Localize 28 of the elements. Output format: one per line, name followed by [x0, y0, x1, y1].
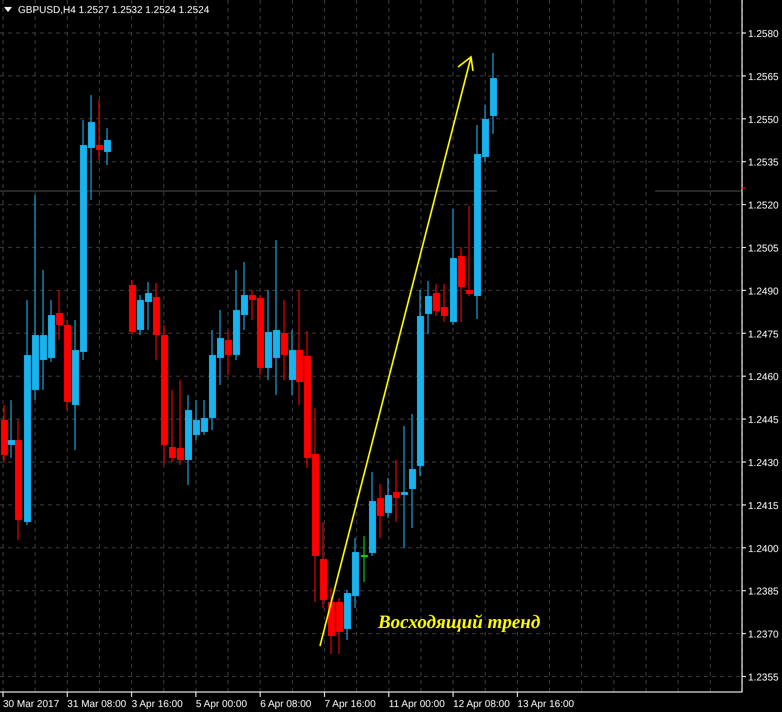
time-label: 13 Apr 16:00 — [517, 699, 574, 710]
chart-title: GBPUSD,H4 1.2527 1.2532 1.2524 1.2524 — [18, 5, 210, 16]
time-label: 11 Apr 00:00 — [388, 699, 445, 710]
price-label: 1.2460 — [748, 372, 779, 384]
price-label: 1.2445 — [748, 415, 779, 426]
time-label: 12 Apr 08:00 — [453, 699, 510, 710]
time-label: 5 Apr 00:00 — [196, 699, 248, 710]
time-label: 30 Mar 2017 — [3, 699, 60, 710]
price-label: 1.2400 — [748, 544, 779, 555]
price-label: 1.2505 — [748, 244, 779, 254]
price-label: 1.2475 — [748, 329, 779, 340]
price-label: 1.2550 — [748, 114, 779, 126]
time-label: 31 Mar 08:00 — [67, 699, 126, 710]
dropdown-icon[interactable] — [4, 7, 12, 12]
time-label: 3 Apr 16:00 — [132, 699, 183, 710]
price-label: 1.2370 — [748, 630, 779, 641]
price-label: 1.2430 — [748, 458, 779, 469]
price-label: 1.2415 — [748, 500, 779, 512]
price-label: 1.2535 — [748, 158, 779, 169]
price-label: 1.2490 — [748, 286, 779, 298]
price-label: 1.2520 — [748, 200, 779, 212]
time-label: 7 Apr 16:00 — [324, 699, 376, 710]
time-label: 6 Apr 08:00 — [260, 699, 312, 710]
price-label: 1.2580 — [748, 29, 779, 40]
price-label: 1.2385 — [748, 586, 779, 598]
price-label: 1.2565 — [748, 72, 779, 83]
annotation-text: Восходящий тренд — [378, 612, 540, 633]
price-label: 1.2355 — [748, 672, 779, 684]
